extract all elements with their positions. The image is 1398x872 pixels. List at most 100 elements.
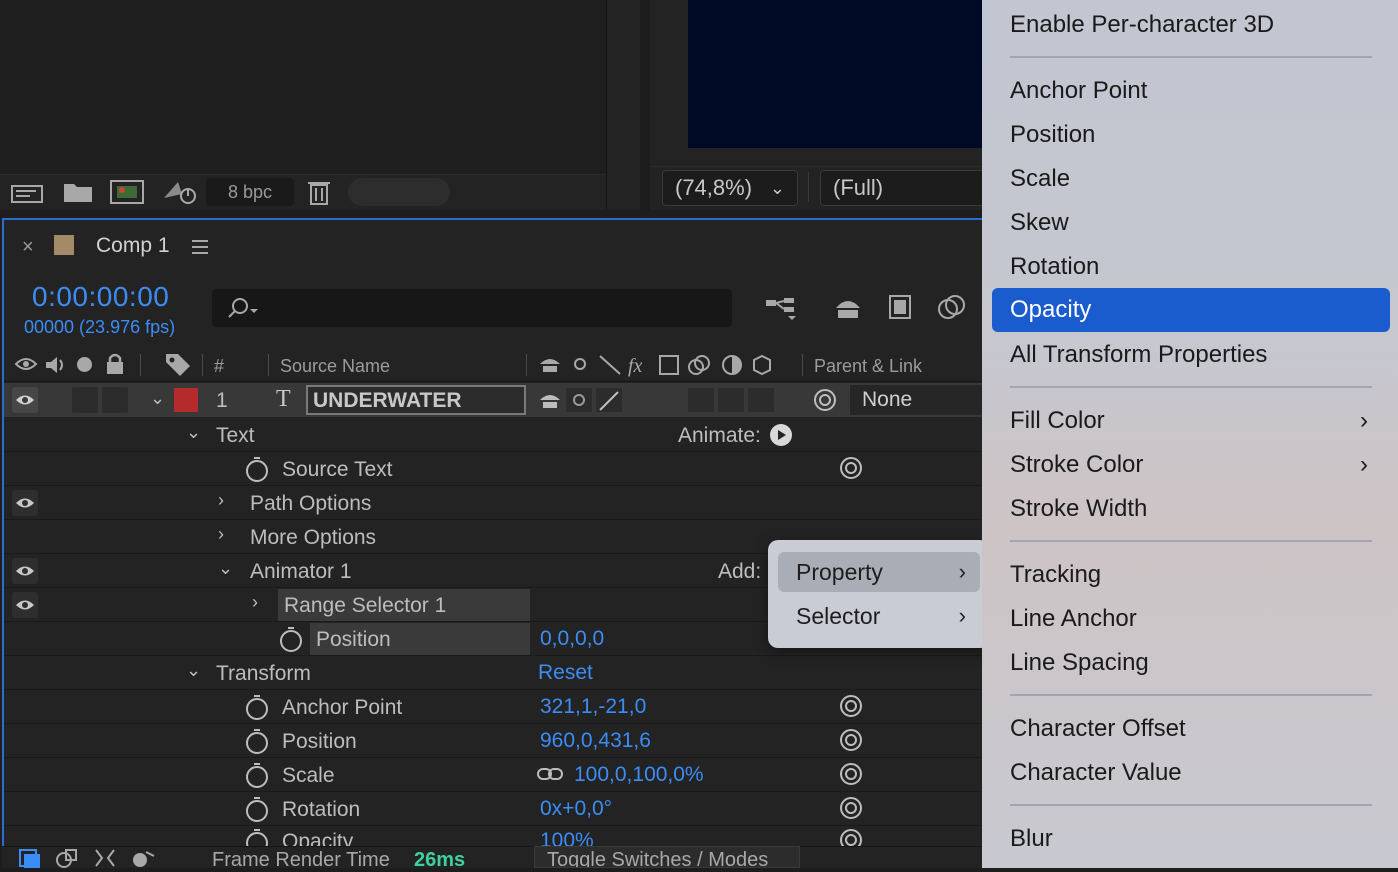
stopwatch-icon[interactable] bbox=[244, 727, 270, 755]
expression-pickwhip-icon[interactable] bbox=[838, 455, 864, 481]
close-tab-icon[interactable]: × bbox=[22, 236, 34, 259]
menu-item-anchor-point[interactable]: Anchor Point bbox=[992, 71, 1390, 111]
menu-item-property[interactable]: Property › bbox=[778, 552, 980, 592]
menu-item-stroke-width[interactable]: Stroke Width bbox=[992, 489, 1390, 529]
menu-item-all-transform-properties[interactable]: All Transform Properties bbox=[992, 335, 1390, 375]
menu-item-selector[interactable]: Selector › bbox=[778, 596, 980, 636]
text-group-row[interactable] bbox=[4, 418, 984, 452]
visibility-eye-icon[interactable] bbox=[12, 592, 38, 618]
visibility-eye-icon[interactable] bbox=[12, 490, 38, 516]
lock-toggle[interactable] bbox=[102, 387, 128, 413]
new-folder-icon[interactable] bbox=[62, 180, 94, 204]
rotation-value[interactable]: 0x+0,0° bbox=[540, 797, 612, 821]
source-text-row[interactable] bbox=[4, 452, 984, 486]
menu-item-opacity[interactable]: Opacity bbox=[992, 288, 1390, 332]
project-scroll-slider[interactable] bbox=[348, 178, 450, 206]
menu-item-blur[interactable]: Blur bbox=[992, 819, 1390, 859]
menu-item-scale[interactable]: Scale bbox=[992, 159, 1390, 199]
opacity-row[interactable]: Opacity 100% bbox=[4, 826, 984, 846]
stopwatch-icon[interactable] bbox=[244, 455, 270, 483]
menu-item-stroke-color[interactable]: Stroke Color › bbox=[992, 445, 1390, 485]
chevron-down-icon[interactable]: ⌄ bbox=[186, 660, 201, 681]
visibility-eye-icon[interactable] bbox=[12, 558, 38, 584]
lock-header-icon[interactable] bbox=[104, 352, 126, 376]
new-composition-icon[interactable] bbox=[108, 178, 146, 206]
parent-link-header[interactable]: Parent & Link bbox=[814, 356, 922, 377]
render-queue-icon[interactable] bbox=[160, 176, 200, 206]
layer-number-header[interactable]: # bbox=[214, 356, 224, 377]
chevron-right-icon[interactable]: › bbox=[252, 592, 258, 613]
interpret-footage-icon[interactable] bbox=[10, 180, 46, 206]
chevron-down-icon[interactable]: ⌄ bbox=[218, 558, 233, 579]
source-name-header[interactable]: Source Name bbox=[280, 356, 390, 377]
color-depth-button[interactable]: 8 bpc bbox=[206, 178, 294, 206]
layer-label-color[interactable] bbox=[174, 388, 198, 412]
animate-menu-button[interactable] bbox=[770, 424, 792, 446]
timeline-tab-title[interactable]: Comp 1 bbox=[96, 234, 170, 258]
pick-whip-icon[interactable] bbox=[812, 387, 838, 413]
layer-expand-chevron-icon[interactable]: ⌄ bbox=[150, 388, 165, 409]
anchor-point-row[interactable] bbox=[4, 690, 984, 724]
opacity-value[interactable]: 100% bbox=[540, 829, 594, 846]
panel-menu-icon[interactable] bbox=[190, 238, 210, 256]
stopwatch-icon[interactable] bbox=[278, 625, 304, 653]
position-row[interactable] bbox=[4, 724, 984, 758]
stopwatch-icon[interactable] bbox=[244, 761, 270, 789]
render-time-toggle-icon[interactable] bbox=[130, 848, 158, 868]
project-panel-scrollbar[interactable] bbox=[606, 0, 640, 210]
menu-item-skew[interactable]: Skew bbox=[992, 203, 1390, 243]
in-out-duration-icon[interactable] bbox=[92, 848, 118, 868]
scale-value[interactable]: 100,0,100,0% bbox=[574, 763, 704, 787]
menu-item-character-offset[interactable]: Character Offset bbox=[992, 709, 1390, 749]
expression-pickwhip-icon[interactable] bbox=[838, 827, 864, 846]
frame-blending-icon[interactable] bbox=[884, 292, 916, 322]
chevron-right-icon[interactable]: › bbox=[218, 490, 224, 511]
stopwatch-icon[interactable] bbox=[244, 827, 270, 846]
menu-item-character-value[interactable]: Character Value bbox=[992, 753, 1390, 793]
solo-toggle[interactable] bbox=[72, 387, 98, 413]
menu-item-fill-color[interactable]: Fill Color › bbox=[992, 401, 1390, 441]
menu-item-line-anchor[interactable]: Line Anchor bbox=[992, 599, 1390, 639]
current-time-display[interactable]: 0:00:00:00 bbox=[32, 281, 169, 313]
anchor-point-value[interactable]: 321,1,-21,0 bbox=[540, 695, 646, 719]
trash-icon[interactable] bbox=[306, 178, 332, 206]
shy-layers-icon[interactable] bbox=[832, 294, 864, 322]
audio-header-icon[interactable] bbox=[44, 354, 68, 376]
text-expand-chevron-icon[interactable]: ⌄ bbox=[186, 422, 201, 443]
expression-pickwhip-icon[interactable] bbox=[838, 727, 864, 753]
expression-pickwhip-icon[interactable] bbox=[838, 795, 864, 821]
menu-item-rotation[interactable]: Rotation bbox=[992, 247, 1390, 287]
menu-item-position[interactable]: Position bbox=[992, 115, 1390, 155]
timeline-search-input[interactable] bbox=[212, 289, 732, 327]
animator-position-value[interactable]: 0,0,0,0 bbox=[540, 627, 604, 651]
expression-pickwhip-icon[interactable] bbox=[838, 693, 864, 719]
composition-flowchart-icon[interactable] bbox=[764, 294, 800, 322]
solo-header-icon[interactable] bbox=[77, 357, 92, 372]
project-item-list[interactable] bbox=[0, 0, 640, 175]
label-tag-header-icon[interactable] bbox=[164, 352, 192, 378]
parent-dropdown[interactable]: None bbox=[850, 385, 990, 415]
chevron-right-icon[interactable]: › bbox=[218, 524, 224, 545]
path-options-row[interactable] bbox=[4, 486, 984, 520]
magnification-dropdown[interactable]: (74,8%) ⌄ bbox=[662, 170, 798, 206]
transform-reset-link[interactable]: Reset bbox=[538, 661, 593, 685]
stopwatch-icon[interactable] bbox=[244, 693, 270, 721]
layer-switches-toggle-icon[interactable] bbox=[18, 848, 42, 868]
constrain-proportions-link-icon[interactable] bbox=[536, 764, 564, 784]
layer-switches[interactable] bbox=[536, 388, 776, 414]
menu-item-tracking[interactable]: Tracking bbox=[992, 555, 1390, 595]
layer-name-field[interactable]: UNDERWATER bbox=[306, 385, 526, 415]
scale-row[interactable] bbox=[4, 758, 984, 792]
video-toggle-header-icon[interactable] bbox=[14, 354, 38, 374]
resolution-dropdown[interactable]: (Full) bbox=[820, 170, 990, 206]
transfer-controls-icon[interactable] bbox=[54, 848, 80, 868]
transform-row[interactable] bbox=[4, 656, 984, 690]
motion-blur-icon[interactable] bbox=[936, 292, 968, 322]
stopwatch-icon[interactable] bbox=[244, 795, 270, 823]
composition-canvas[interactable] bbox=[688, 0, 998, 148]
toggle-switches-modes-button[interactable]: Toggle Switches / Modes bbox=[534, 846, 800, 868]
expression-pickwhip-icon[interactable] bbox=[838, 761, 864, 787]
rotation-row[interactable] bbox=[4, 792, 984, 826]
position-value[interactable]: 960,0,431,6 bbox=[540, 729, 651, 753]
video-eye-toggle[interactable] bbox=[12, 387, 38, 413]
